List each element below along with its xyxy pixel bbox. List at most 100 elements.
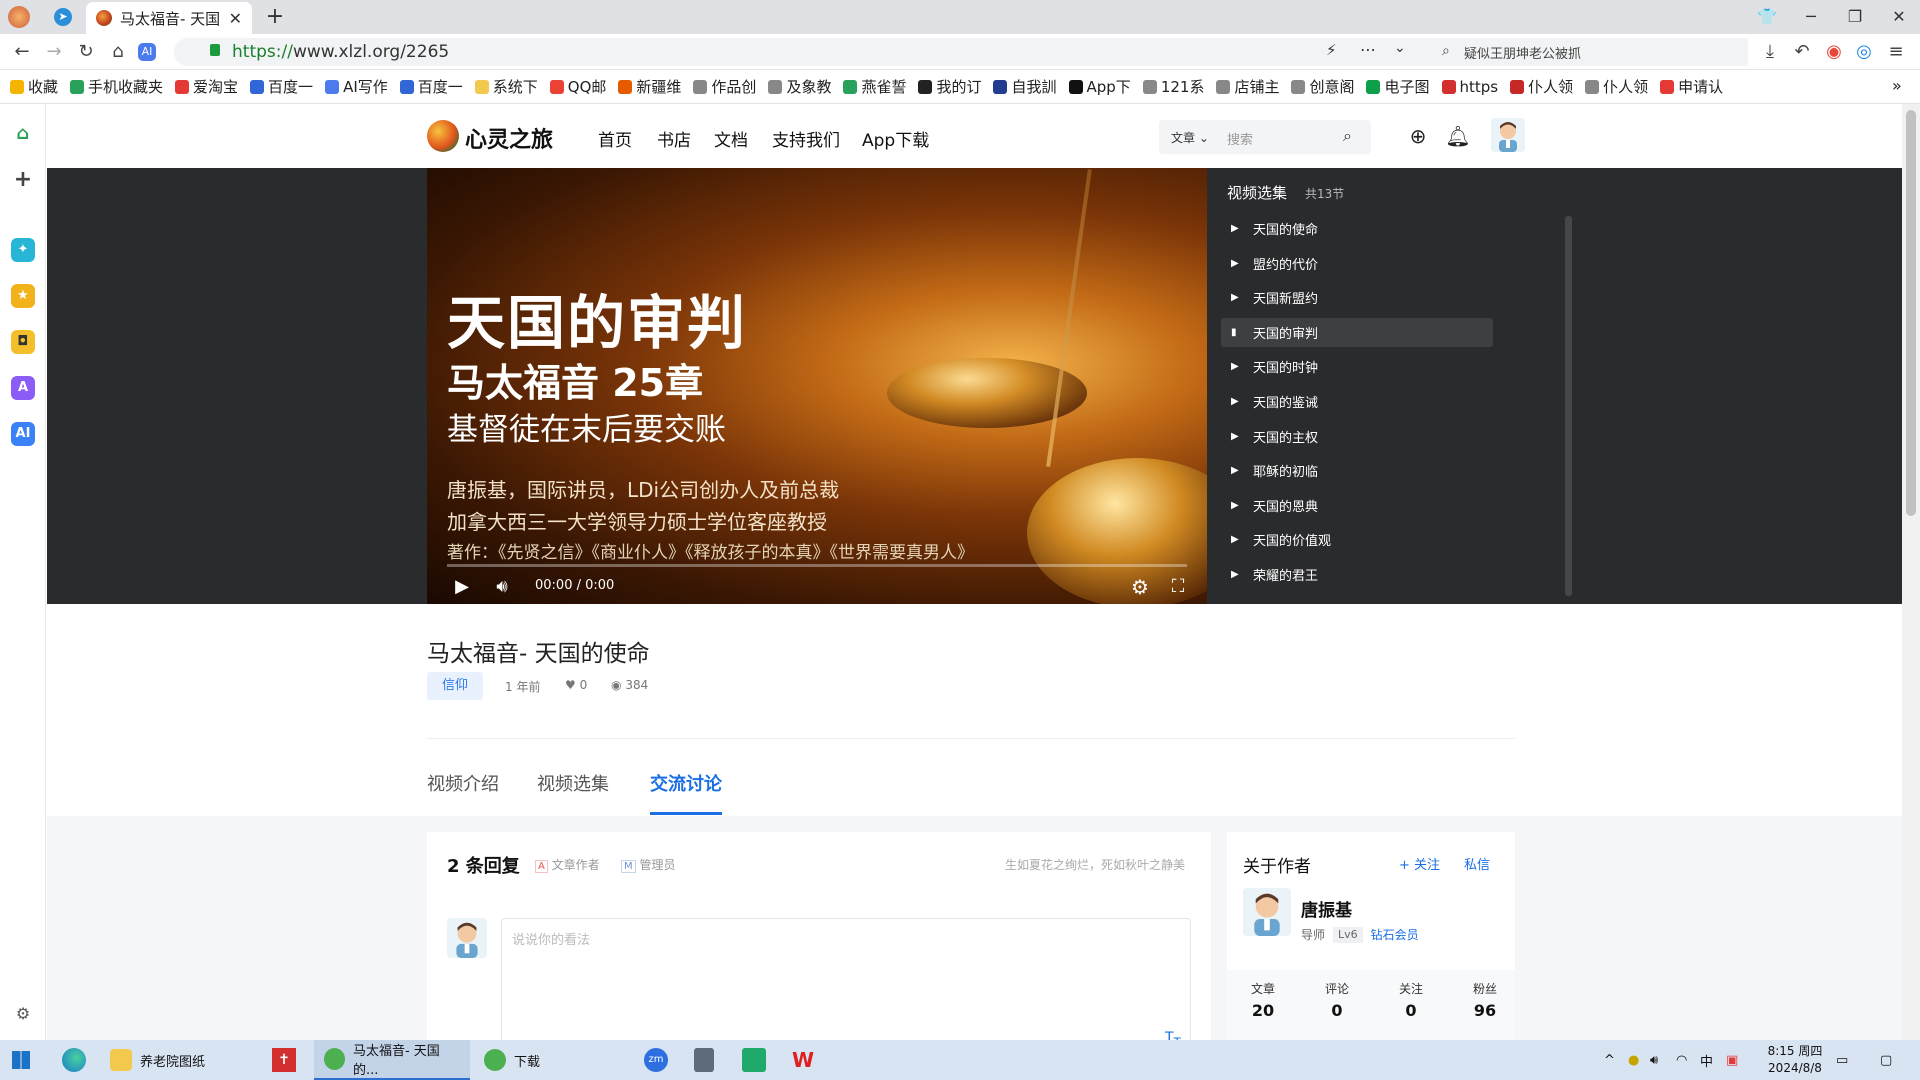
menu-app-download[interactable]: App下载 xyxy=(862,126,929,151)
bookmark-item[interactable]: 我的订 xyxy=(918,76,981,97)
translate-icon[interactable]: ✦ xyxy=(11,238,35,262)
author-name[interactable]: 唐振基 xyxy=(1301,896,1352,921)
playlist-item[interactable]: ▶ 天国的恩典 xyxy=(1221,491,1493,520)
show-desktop-icon[interactable]: ▭ xyxy=(1836,1040,1848,1080)
close-window-button[interactable]: ✕ xyxy=(1884,4,1914,30)
site-logo-text[interactable]: 心灵之旅 xyxy=(465,122,553,154)
tab-discussion[interactable]: 交流讨论 xyxy=(650,770,722,796)
video-player[interactable]: 天国的审判 马太福音 25章 基督徒在末后要交账 唐振基，国际讲员，LDi公司创… xyxy=(427,168,1207,604)
wps-tray-icon[interactable]: ▣ xyxy=(1726,1040,1738,1080)
ai-assistant-icon[interactable]: AI xyxy=(11,422,35,446)
playlist-item[interactable]: ▶ 天国的使命 xyxy=(1221,214,1493,243)
user-avatar[interactable] xyxy=(1491,118,1525,152)
message-button[interactable]: 私信 xyxy=(1464,854,1490,873)
menu-bookstore[interactable]: 书店 xyxy=(657,126,691,151)
chevron-down-icon[interactable]: ⌄ xyxy=(1394,40,1406,56)
shirt-icon[interactable]: 👕 xyxy=(1752,4,1782,30)
gear-icon[interactable]: ⚙ xyxy=(11,1002,35,1026)
menu-home[interactable]: 首页 xyxy=(598,126,632,151)
bookmark-item[interactable]: 爱淘宝 xyxy=(175,76,238,97)
home-icon[interactable]: ⌂ xyxy=(106,40,130,64)
tray-app-icon[interactable]: ● xyxy=(1628,1040,1639,1080)
bookmark-item[interactable]: 电子图 xyxy=(1366,76,1430,97)
zoom-icon[interactable]: zm xyxy=(644,1048,668,1072)
search-category-select[interactable]: 文章 ⌄ xyxy=(1171,129,1209,146)
bookmark-item[interactable]: 121系 xyxy=(1142,76,1204,97)
bookmark-item[interactable]: 及象教 xyxy=(768,76,831,97)
settings-gear-icon[interactable]: ⚙ xyxy=(1127,574,1153,600)
taskbar-browser[interactable]: 马太福音- 天国的... xyxy=(314,1040,470,1080)
menu-support[interactable]: 支持我们 xyxy=(772,126,840,151)
bookmark-item[interactable]: 百度一 xyxy=(250,76,313,97)
back-arrow-icon[interactable]: ← xyxy=(10,40,34,64)
add-icon[interactable]: + xyxy=(11,168,35,192)
site-logo-icon[interactable] xyxy=(427,120,459,152)
playlist-item[interactable]: ▶ 天国的主权 xyxy=(1221,422,1493,451)
likes-count[interactable]: ♥ 0 xyxy=(565,678,587,692)
bookmark-item[interactable]: 手机收藏夹 xyxy=(70,76,163,97)
comment-input[interactable]: 说说你的看法 xyxy=(501,918,1191,1040)
fullscreen-icon[interactable]: ⛶ xyxy=(1165,574,1191,600)
progress-bar[interactable] xyxy=(447,564,1187,567)
page-scrollbar[interactable] xyxy=(1902,104,1920,1040)
play-icon[interactable]: ▶ xyxy=(449,574,475,600)
author-avatar[interactable] xyxy=(1243,888,1291,936)
tab-video-intro[interactable]: 视频介绍 xyxy=(427,770,499,796)
wifi-icon[interactable]: ◠ xyxy=(1676,1040,1687,1080)
bookmark-item[interactable]: 新疆维 xyxy=(618,76,681,97)
bookmark-item[interactable]: App下 xyxy=(1068,76,1131,97)
playlist-item[interactable]: ▶ 耶稣的初临 xyxy=(1221,456,1493,485)
author-vip[interactable]: 钻石会员 xyxy=(1371,926,1419,943)
address-bar[interactable]: https:// www.xlzl.org/2265 ⚡ ⋯ ⌄ xyxy=(174,38,1446,66)
chart-app-icon[interactable] xyxy=(742,1048,766,1072)
bookmark-item[interactable]: 仆人领 xyxy=(1510,76,1573,97)
playlist-item[interactable]: ▶ 天国的时钟 xyxy=(1221,352,1493,381)
bot-icon[interactable]: ◘ xyxy=(11,330,35,354)
forward-arrow-icon[interactable]: → xyxy=(42,40,66,64)
more-icon[interactable]: ⋯ xyxy=(1360,40,1376,59)
new-tab-button[interactable]: + xyxy=(262,4,288,30)
playlist-item[interactable]: ▶ 盟约的代价 xyxy=(1221,249,1493,278)
bible-app-icon[interactable]: ✝ xyxy=(272,1048,296,1072)
bookmark-item[interactable]: 收藏 xyxy=(10,76,58,97)
edge-icon[interactable] xyxy=(62,1048,86,1072)
bookmark-item[interactable]: https xyxy=(1441,78,1498,96)
ai-icon[interactable]: AI xyxy=(138,43,156,61)
tab-video-playlist[interactable]: 视频选集 xyxy=(537,770,609,796)
restore-button[interactable]: ❐ xyxy=(1840,4,1870,30)
playlist-item[interactable]: ▶ 天国新盟约 xyxy=(1221,283,1493,312)
calculator-icon[interactable] xyxy=(694,1048,714,1072)
scrollbar-thumb[interactable] xyxy=(1906,110,1916,516)
edge-icon[interactable]: ◎ xyxy=(1852,40,1876,64)
download-icon[interactable]: ⤓ xyxy=(1758,40,1782,64)
bookmark-item[interactable]: 创意阁 xyxy=(1291,76,1354,97)
menu-icon[interactable]: ≡ xyxy=(1884,40,1908,64)
browser-logo-icon[interactable] xyxy=(8,6,30,28)
plus-circle-icon[interactable]: ⊕ xyxy=(1405,123,1431,149)
home-icon[interactable]: ⌂ xyxy=(11,122,35,146)
bookmark-item[interactable]: QQ邮 xyxy=(549,76,606,97)
tab-active[interactable]: 马太福音- 天国 ✕ xyxy=(86,2,252,34)
playlist-item[interactable]: ▶ 天国的价值观 xyxy=(1221,525,1493,554)
star-icon[interactable]: ★ xyxy=(11,284,35,308)
ai-writing-icon[interactable]: A xyxy=(11,376,35,400)
playlist-item[interactable]: ▶ 荣耀的君王 xyxy=(1221,560,1493,589)
bookmarks-overflow-icon[interactable]: » xyxy=(1892,76,1902,95)
tray-chevron-icon[interactable]: ^ xyxy=(1604,1040,1615,1080)
playlist-scrollbar[interactable] xyxy=(1565,216,1572,596)
bookmark-item[interactable]: 百度一 xyxy=(399,76,463,97)
notification-icon[interactable]: ▢ xyxy=(1880,1040,1892,1080)
clock[interactable]: 8:15 周四 2024/8/8 xyxy=(1760,1043,1830,1077)
bookmark-item[interactable]: 店铺主 xyxy=(1216,76,1279,97)
follow-button[interactable]: + 关注 xyxy=(1399,854,1440,873)
playlist-item[interactable]: ▶ 天国的鉴诫 xyxy=(1221,387,1493,416)
wps-icon[interactable]: W xyxy=(790,1048,816,1072)
bookmark-item[interactable]: 作品创 xyxy=(693,76,756,97)
minimize-button[interactable]: ─ xyxy=(1796,4,1826,30)
playlist-item[interactable]: ▮ 天国的审判 xyxy=(1221,317,1493,347)
taskbar-folder[interactable]: 养老院图纸 xyxy=(100,1040,256,1080)
telegram-tab-icon[interactable]: ➤ xyxy=(54,8,72,26)
bookmark-item[interactable]: 系统下 xyxy=(474,76,538,97)
bookmark-item[interactable]: 自我訓 xyxy=(993,76,1057,97)
bookmark-item[interactable]: 申请认 xyxy=(1660,76,1723,97)
